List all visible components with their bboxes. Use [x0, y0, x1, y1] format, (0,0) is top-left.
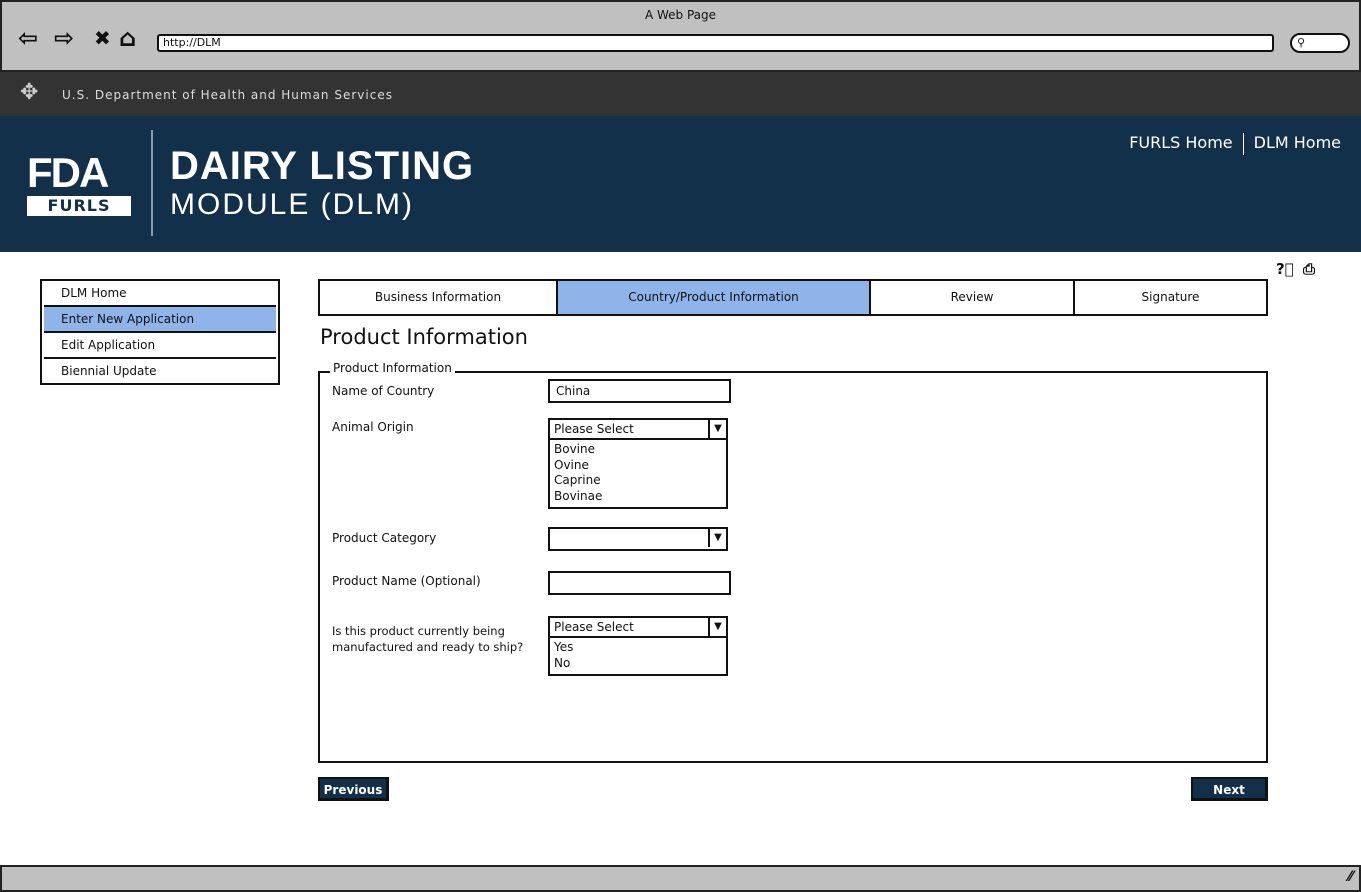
furls-logo: FURLS — [27, 196, 131, 216]
window-title: A Web Page — [644, 8, 717, 22]
country-label: Name of Country — [332, 384, 435, 398]
sidebar-item-dlm-home[interactable]: DLM Home — [44, 281, 276, 307]
agency-name: U.S. Department of Health and Human Serv… — [62, 88, 393, 102]
print-icon[interactable]: ⎙ — [1303, 260, 1315, 278]
header-links: FURLS Home DLM Home — [1121, 133, 1349, 155]
selected-value: Please Select — [554, 620, 634, 634]
label-line: Is this product currently being — [332, 624, 505, 638]
product-name-label: Product Name (Optional) — [332, 574, 481, 588]
wizard-tabs: Business Information Country/Product Inf… — [318, 279, 1268, 316]
help-icon[interactable]: ?⃝ — [1276, 260, 1294, 278]
browser-search[interactable]: ⚲ — [1290, 33, 1350, 53]
next-button[interactable]: Next — [1191, 777, 1268, 801]
divider — [151, 130, 153, 236]
sidebar-item-edit-application[interactable]: Edit Application — [44, 333, 276, 359]
dropdown-arrow-icon[interactable]: ▼ — [708, 420, 726, 438]
fieldset-legend: Product Information — [330, 361, 455, 375]
option-bovinae[interactable]: Bovinae — [550, 489, 726, 505]
app-title: DAIRY LISTING — [170, 144, 475, 188]
option-no[interactable]: No — [550, 656, 726, 672]
resize-grip-icon[interactable]: ⁄⁄ — [1348, 869, 1353, 885]
address-bar[interactable]: http://DLM — [157, 34, 1274, 52]
tab-country-product-information[interactable]: Country/Product Information — [558, 281, 871, 314]
browser-chrome: A Web Page ⇦ ⇨ ✖ ⌂ http://DLM ⚲ — [0, 0, 1361, 72]
dropdown-arrow-icon[interactable]: ▼ — [708, 618, 726, 636]
banner: FDA FURLS DAIRY LISTING MODULE (DLM) FUR… — [0, 116, 1361, 252]
home-icon[interactable]: ⌂ — [119, 26, 136, 50]
ready-to-ship-label: Is this product currently being manufact… — [332, 623, 523, 655]
option-yes[interactable]: Yes — [550, 640, 726, 656]
tab-business-information[interactable]: Business Information — [320, 281, 558, 314]
option-ovine[interactable]: Ovine — [550, 458, 726, 474]
product-name-input[interactable] — [548, 571, 731, 595]
back-icon[interactable]: ⇦ — [18, 26, 38, 50]
tab-review[interactable]: Review — [871, 281, 1075, 314]
agency-bar: ✥ U.S. Department of Health and Human Se… — [0, 72, 1361, 116]
status-bar: ⁄⁄ — [0, 865, 1361, 892]
ready-to-ship-select[interactable]: Please Select ▼ Yes No — [548, 616, 728, 676]
app-subtitle: MODULE (DLM) — [170, 188, 415, 221]
animal-origin-label: Animal Origin — [332, 420, 414, 434]
previous-button[interactable]: Previous — [318, 777, 389, 801]
selected-value: Please Select — [554, 422, 634, 436]
product-information-fieldset — [318, 371, 1268, 763]
stop-icon[interactable]: ✖ — [94, 26, 111, 50]
fda-logo: FDA — [27, 149, 109, 196]
sidebar-item-biennial-update[interactable]: Biennial Update — [44, 359, 276, 385]
tab-signature[interactable]: Signature — [1075, 281, 1266, 314]
sidebar-item-enter-new-application[interactable]: Enter New Application — [44, 307, 276, 333]
animal-origin-select[interactable]: Please Select ▼ Bovine Ovine Caprine Bovi… — [548, 418, 728, 509]
label-line: manufactured and ready to ship? — [332, 640, 524, 654]
option-caprine[interactable]: Caprine — [550, 473, 726, 489]
product-category-select[interactable]: ▼ — [548, 527, 728, 551]
forward-icon[interactable]: ⇨ — [54, 26, 74, 50]
hhs-eagle-icon: ✥ — [20, 80, 40, 105]
magnifier-icon: ⚲ — [1297, 36, 1306, 49]
divider — [1242, 133, 1244, 155]
product-category-label: Product Category — [332, 531, 437, 545]
dropdown-arrow-icon[interactable]: ▼ — [708, 529, 726, 547]
sidebar: DLM Home Enter New Application Edit Appl… — [40, 279, 280, 385]
page-title: Product Information — [320, 325, 528, 349]
furls-home-link[interactable]: FURLS Home — [1121, 133, 1240, 155]
dlm-home-link[interactable]: DLM Home — [1246, 133, 1349, 155]
country-input[interactable]: China — [548, 379, 731, 403]
option-bovine[interactable]: Bovine — [550, 442, 726, 458]
